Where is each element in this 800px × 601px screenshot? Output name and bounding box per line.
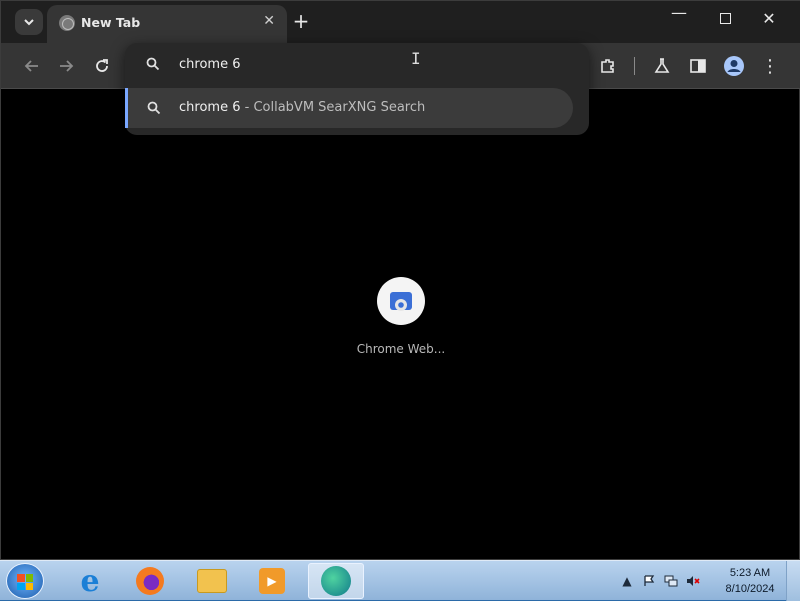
maximize-icon: [719, 13, 731, 24]
extensions-button[interactable]: [597, 55, 619, 77]
tab-title: New Tab: [81, 15, 141, 30]
minimize-button[interactable]: —: [669, 3, 689, 22]
chrome-window: New Tab ✕ + — ✕ ⋮ chrome 6 chrome 6 - Co…: [0, 0, 800, 560]
back-button[interactable]: [21, 55, 43, 77]
side-panel-icon: [690, 59, 706, 73]
shortcut-chrome-web-store[interactable]: [377, 277, 425, 325]
taskbar-file-explorer[interactable]: [184, 563, 240, 599]
close-window-button[interactable]: ✕: [759, 9, 779, 28]
system-tray: ▲: [620, 573, 700, 589]
folder-icon: [197, 569, 227, 593]
chevron-down-icon: [24, 19, 34, 26]
network-icon[interactable]: [664, 574, 678, 588]
forward-button[interactable]: [55, 55, 77, 77]
internet-explorer-icon: e: [80, 563, 100, 599]
taskbar-edge[interactable]: [308, 563, 364, 599]
suggestion-separator: -: [244, 100, 250, 115]
side-panel-button[interactable]: [687, 55, 709, 77]
suggestion-description: CollabVM SearXNG Search: [253, 100, 426, 115]
tab-strip: New Tab ✕ + — ✕: [1, 1, 800, 43]
clock-date: 8/10/2024: [725, 583, 775, 595]
new-tab-button[interactable]: +: [291, 9, 311, 33]
flask-icon: [654, 58, 670, 73]
suggestion-item[interactable]: chrome 6 - CollabVM SearXNG Search: [125, 88, 573, 128]
chrome-web-store-icon: [390, 292, 412, 311]
text-cursor-icon: I: [411, 49, 421, 68]
show-desktop-button[interactable]: [786, 561, 800, 601]
omnibox-dropdown: chrome 6 chrome 6 - CollabVM SearXNG Sea…: [125, 43, 589, 135]
volume-muted-icon[interactable]: [686, 574, 700, 588]
reload-button[interactable]: [91, 55, 113, 77]
menu-button[interactable]: ⋮: [759, 55, 781, 77]
labs-button[interactable]: [651, 55, 673, 77]
suggestion-query: chrome 6: [179, 100, 241, 115]
windows-logo-icon: [17, 574, 33, 590]
taskbar: e ▶ ▲ 5:23 AM 8/10/2024: [0, 560, 800, 601]
address-input[interactable]: chrome 6: [179, 57, 240, 72]
tab-search-button[interactable]: [15, 9, 43, 35]
tab-new-tab[interactable]: New Tab ✕: [47, 5, 287, 43]
clock-time: 5:23 AM: [729, 567, 771, 579]
shortcut-label: Chrome Web...: [356, 342, 446, 356]
puzzle-icon: [601, 59, 614, 73]
media-player-icon: ▶: [259, 568, 285, 594]
search-icon: [147, 101, 161, 115]
taskbar-firefox[interactable]: [122, 563, 178, 599]
suggestion-text: chrome 6 - CollabVM SearXNG Search: [179, 100, 425, 115]
start-button[interactable]: [6, 563, 44, 599]
search-icon: [146, 57, 160, 71]
arrow-left-icon: [24, 60, 38, 72]
reload-icon: [96, 59, 108, 72]
toolbar-divider: [634, 57, 635, 75]
address-bar[interactable]: chrome 6: [125, 43, 589, 87]
edge-icon: [321, 566, 351, 596]
taskbar-internet-explorer[interactable]: e: [62, 563, 118, 599]
maximize-button[interactable]: [715, 9, 735, 28]
firefox-icon: [136, 567, 164, 595]
show-hidden-icons-arrow-icon[interactable]: ▲: [620, 574, 634, 588]
arrow-right-icon: [60, 60, 74, 72]
avatar-icon: [724, 56, 744, 76]
clock[interactable]: 5:23 AM 8/10/2024: [718, 565, 782, 597]
taskbar-media-player[interactable]: ▶: [244, 563, 300, 599]
tab-close-icon[interactable]: ✕: [263, 13, 275, 29]
profile-button[interactable]: [723, 55, 745, 77]
globe-icon: [59, 15, 75, 31]
action-center-flag-icon[interactable]: [642, 574, 656, 588]
